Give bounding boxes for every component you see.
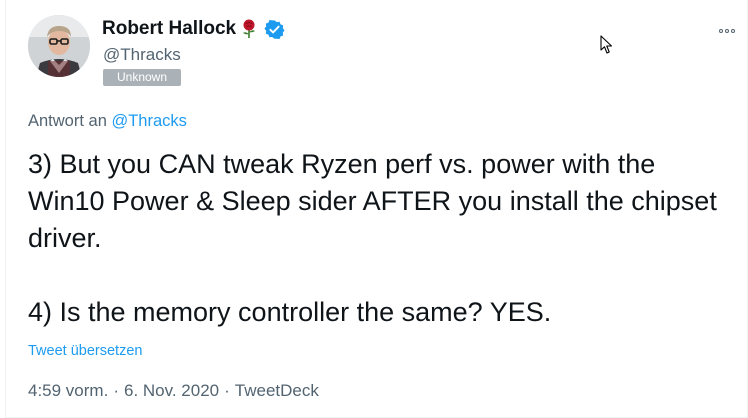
author-handle[interactable]: @Thracks bbox=[103, 45, 181, 65]
more-options-button[interactable] bbox=[714, 22, 740, 40]
meta-separator: · bbox=[224, 381, 230, 400]
author-name-row: Robert Hallock bbox=[102, 18, 285, 40]
meta-separator: · bbox=[113, 381, 119, 400]
tweet-text: 3) But you CAN tweak Ryzen perf vs. powe… bbox=[28, 149, 717, 327]
verified-badge-icon bbox=[264, 19, 285, 40]
author-display-name[interactable]: Robert Hallock bbox=[102, 18, 236, 40]
tweet-source[interactable]: TweetDeck bbox=[235, 381, 319, 400]
tweet-metadata: 4:59 vorm. · 6. Nov. 2020 · TweetDeck bbox=[28, 381, 319, 401]
mouse-cursor-icon bbox=[600, 35, 613, 54]
tweet-date[interactable]: 6. Nov. 2020 bbox=[124, 381, 219, 400]
tweet-card: Robert Hallock @Thracks Unknown Antwort … bbox=[5, 0, 748, 418]
reply-handle-link[interactable]: @Thracks bbox=[111, 112, 186, 130]
rose-icon bbox=[240, 19, 258, 39]
more-horizontal-icon bbox=[719, 29, 723, 33]
status-badge: Unknown bbox=[103, 69, 181, 86]
translate-tweet-link[interactable]: Tweet übersetzen bbox=[28, 343, 142, 359]
avatar-image bbox=[28, 15, 90, 77]
avatar[interactable] bbox=[28, 15, 90, 77]
reply-context: Antwort an @Thracks bbox=[28, 112, 187, 131]
reply-prefix: Antwort an bbox=[28, 112, 107, 130]
tweet-time[interactable]: 4:59 vorm. bbox=[28, 381, 108, 400]
